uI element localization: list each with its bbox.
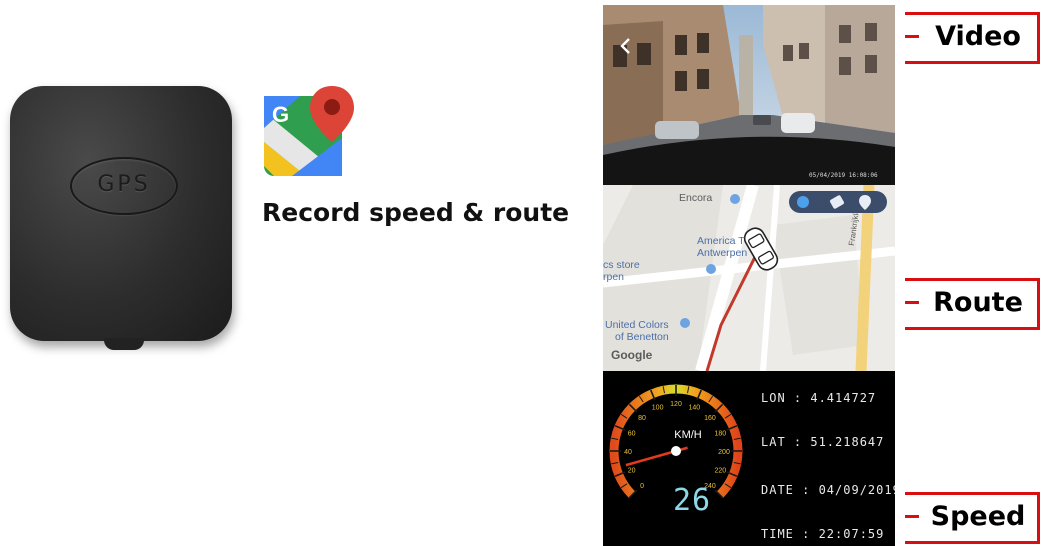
gauge-tick-label: 160 xyxy=(704,415,716,422)
map-place-label: America T xyxy=(697,235,745,247)
dashcam-video-frame: 05/04/2019 16:08:06 xyxy=(603,5,895,185)
map-place-label: United Colors xyxy=(605,319,669,331)
locate-icon[interactable] xyxy=(797,196,809,208)
gauge-tick-label: 100 xyxy=(652,405,664,412)
gps-module-label: GPS xyxy=(97,172,151,197)
video-callout: Video xyxy=(905,12,1041,64)
current-speed-value: 26 xyxy=(673,483,712,518)
poi-pin-icon xyxy=(730,194,740,204)
svg-text:G: G xyxy=(272,102,289,127)
map-place-label: cs store xyxy=(603,259,640,271)
gauge-tick-label: 120 xyxy=(670,401,682,408)
map-place-label: Encora xyxy=(679,192,713,204)
back-chevron-icon[interactable] xyxy=(619,37,631,55)
gauge-tick-label: 140 xyxy=(689,405,701,412)
gauge-tick-label: 40 xyxy=(624,449,632,456)
satellite-icon[interactable] xyxy=(829,195,844,210)
speed-callout: Speed xyxy=(905,492,1041,544)
poi-shop-icon xyxy=(706,264,716,274)
route-callout-label: Route xyxy=(933,287,1023,318)
gauge-tick-label: 200 xyxy=(718,449,730,456)
longitude-readout: LON : 4.414727 xyxy=(761,391,877,405)
gauge-tick-label: 80 xyxy=(638,415,646,422)
time-readout: TIME : 22:07:59 xyxy=(761,527,885,541)
gauge-tick-label: 20 xyxy=(628,467,636,474)
speed-panel: 0 20 40 60 80 100 120 140 160 180 200 220 240 KM/H 2… xyxy=(603,371,895,546)
map-place-label: of Benetton xyxy=(615,331,669,343)
gauge-tick-label: 220 xyxy=(715,467,727,474)
latitude-readout: LAT : 51.218647 xyxy=(761,435,885,449)
route-callout: Route xyxy=(905,278,1041,330)
video-panel[interactable]: 05/04/2019 16:08:06 xyxy=(603,5,895,185)
map-controls xyxy=(789,191,887,213)
speed-callout-label: Speed xyxy=(930,501,1026,532)
needle-hub xyxy=(671,446,681,456)
gps-cable xyxy=(104,338,144,350)
gauge-tick-label: 60 xyxy=(628,431,636,438)
gauge-tick-labels: 020406080100120140160180200220240 xyxy=(624,401,730,490)
feature-caption: Record speed & route xyxy=(262,198,570,227)
map-place-label: rpen xyxy=(603,271,625,283)
video-callout-label: Video xyxy=(935,21,1021,52)
gps-module-body: GPS xyxy=(10,86,232,341)
poi-shop-icon xyxy=(680,318,690,328)
gauge-tick-label: 0 xyxy=(640,483,644,490)
route-map-panel[interactable]: Encora America T Antwerpen cs store rpen… xyxy=(603,185,895,371)
map-pin-icon[interactable] xyxy=(859,195,871,210)
date-readout: DATE : 04/09/2019 xyxy=(761,483,895,497)
gps-logo-oval: GPS xyxy=(70,157,178,215)
google-maps-icon: G xyxy=(264,86,354,176)
speedometer-gauge: 020406080100120140160180200220240 xyxy=(609,384,743,499)
google-attribution: Google xyxy=(611,348,653,362)
map-place-label: Antwerpen xyxy=(697,247,748,259)
speed-unit-label: KM/H xyxy=(674,429,702,441)
gps-module-image: GPS xyxy=(4,80,236,355)
video-timestamp: 05/04/2019 16:08:06 xyxy=(809,172,878,179)
